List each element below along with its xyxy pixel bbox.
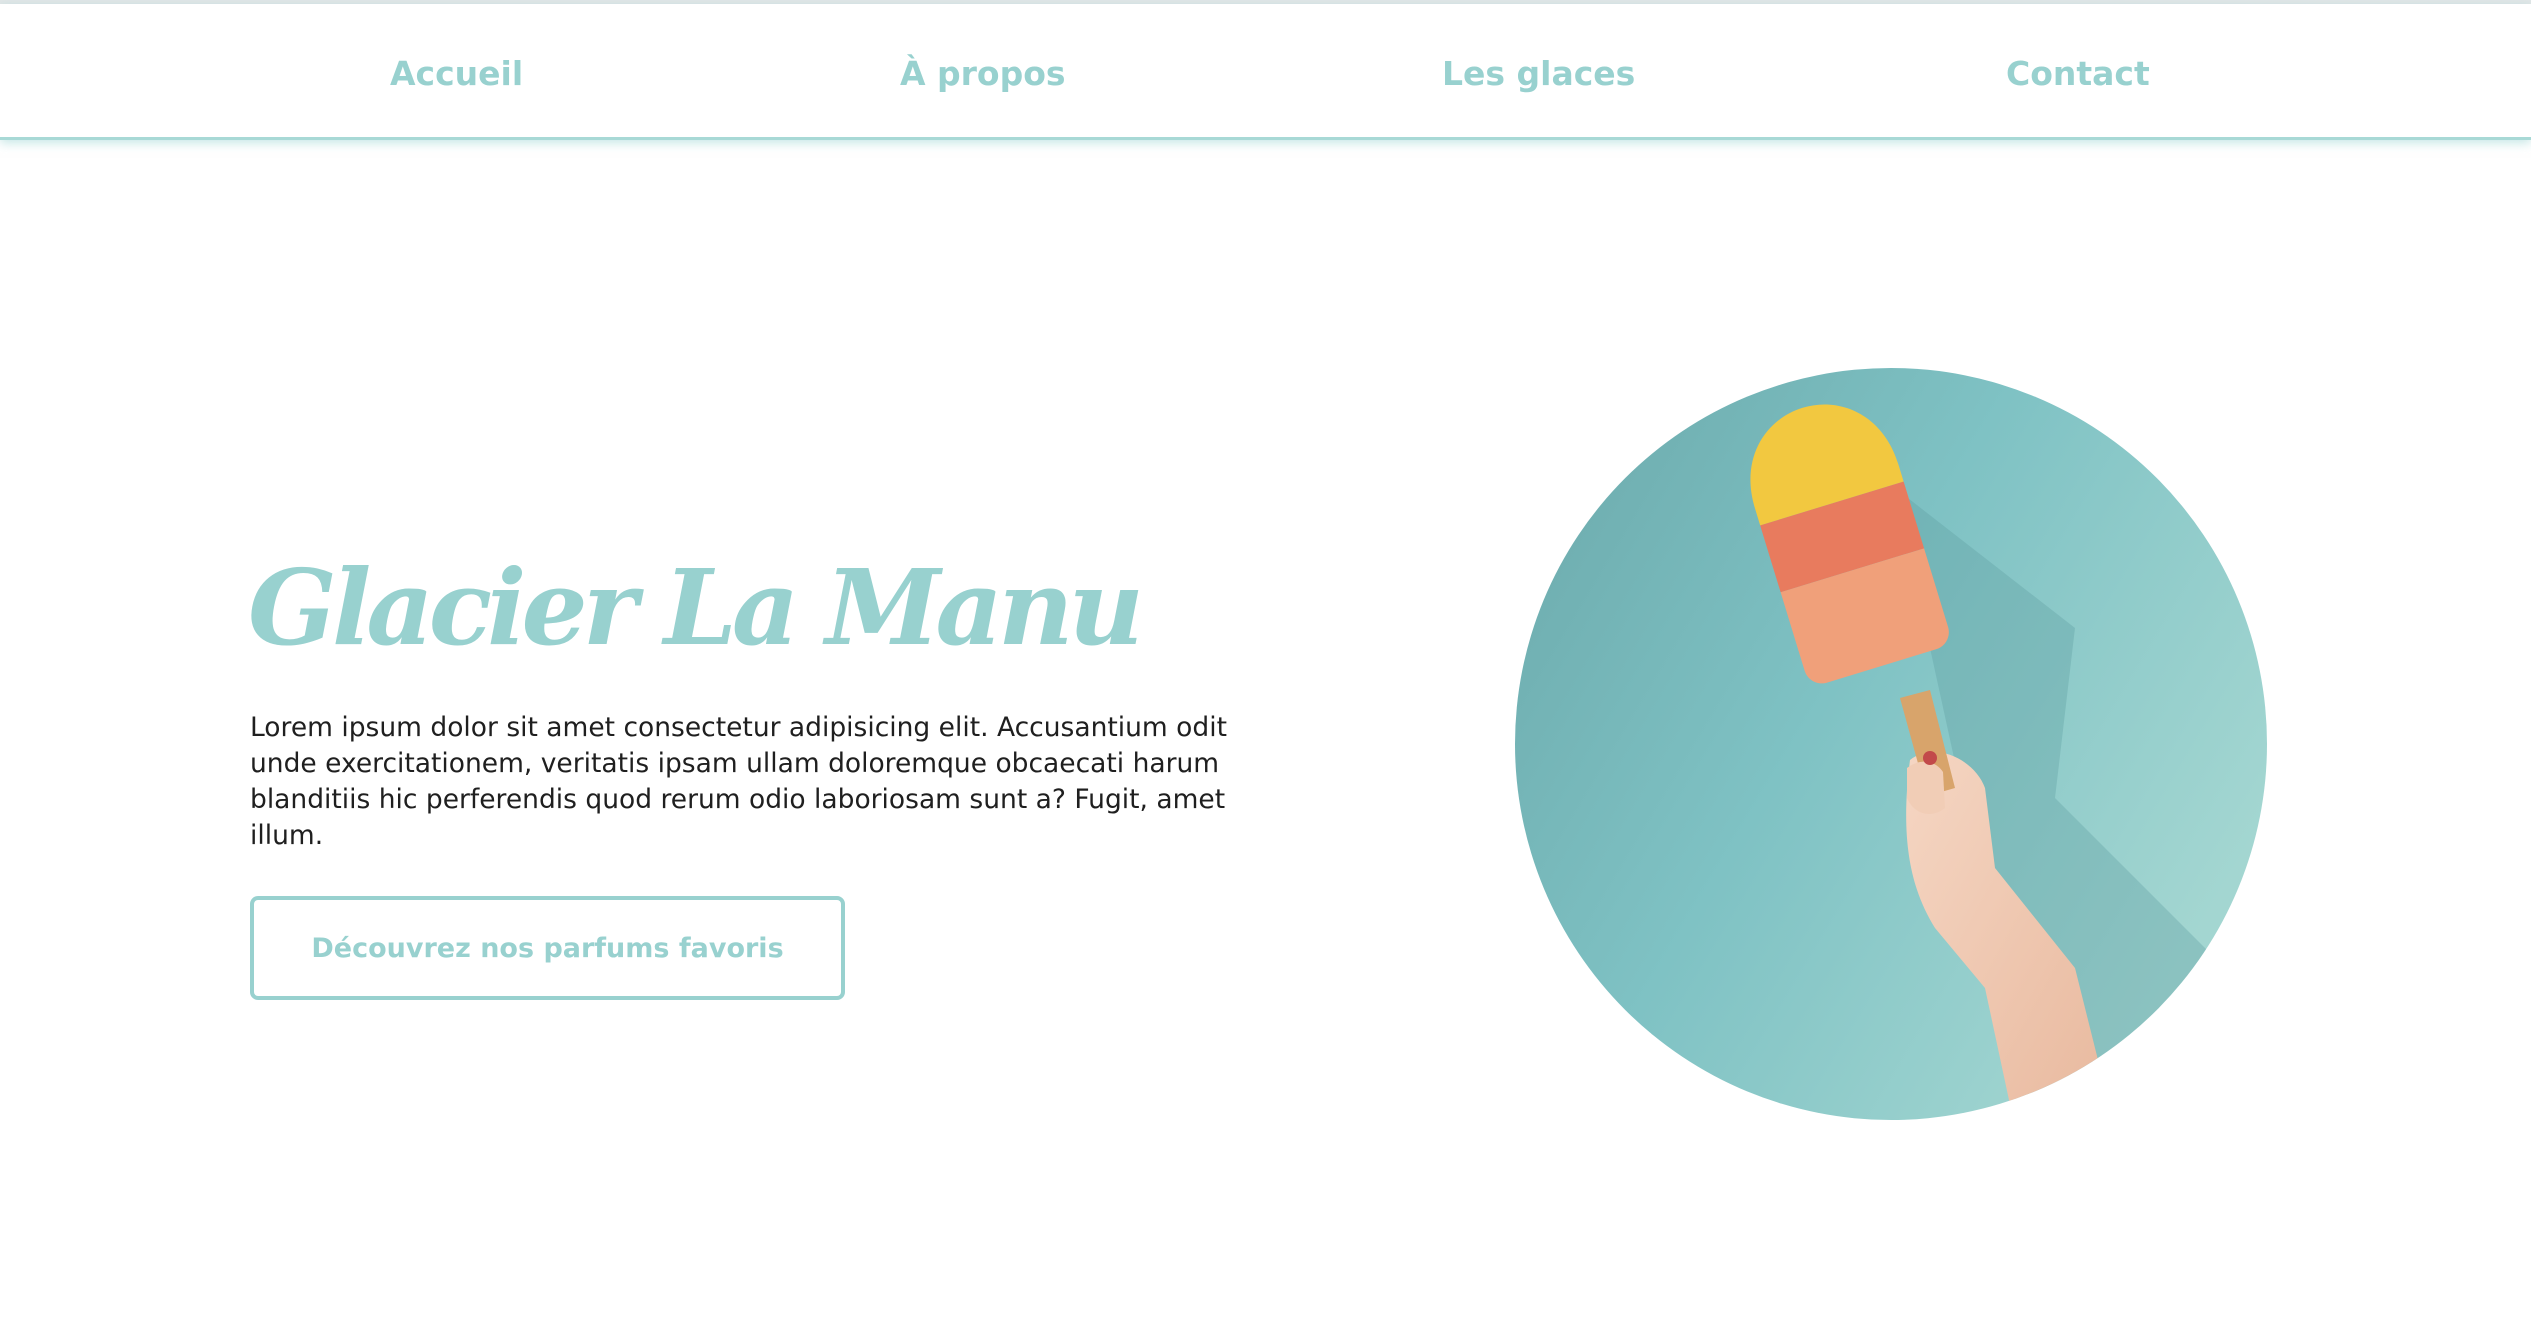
navbar: Accueil À propos Les glaces Contact (0, 4, 2531, 140)
popsicle-image (1515, 368, 2267, 1120)
nav-link-accueil[interactable]: Accueil (390, 54, 523, 93)
nav-link-a-propos[interactable]: À propos (900, 54, 1066, 93)
nav-link-les-glaces[interactable]: Les glaces (1442, 54, 1635, 93)
hero-description: Lorem ipsum dolor sit amet consectetur a… (250, 712, 1227, 851)
hero-title: Glacier La Manu (248, 546, 1144, 669)
popsicle-photo-icon (1515, 368, 2267, 1120)
discover-flavors-button[interactable]: Découvrez nos parfums favoris (250, 896, 845, 1000)
nav-link-contact[interactable]: Contact (2006, 54, 2150, 93)
